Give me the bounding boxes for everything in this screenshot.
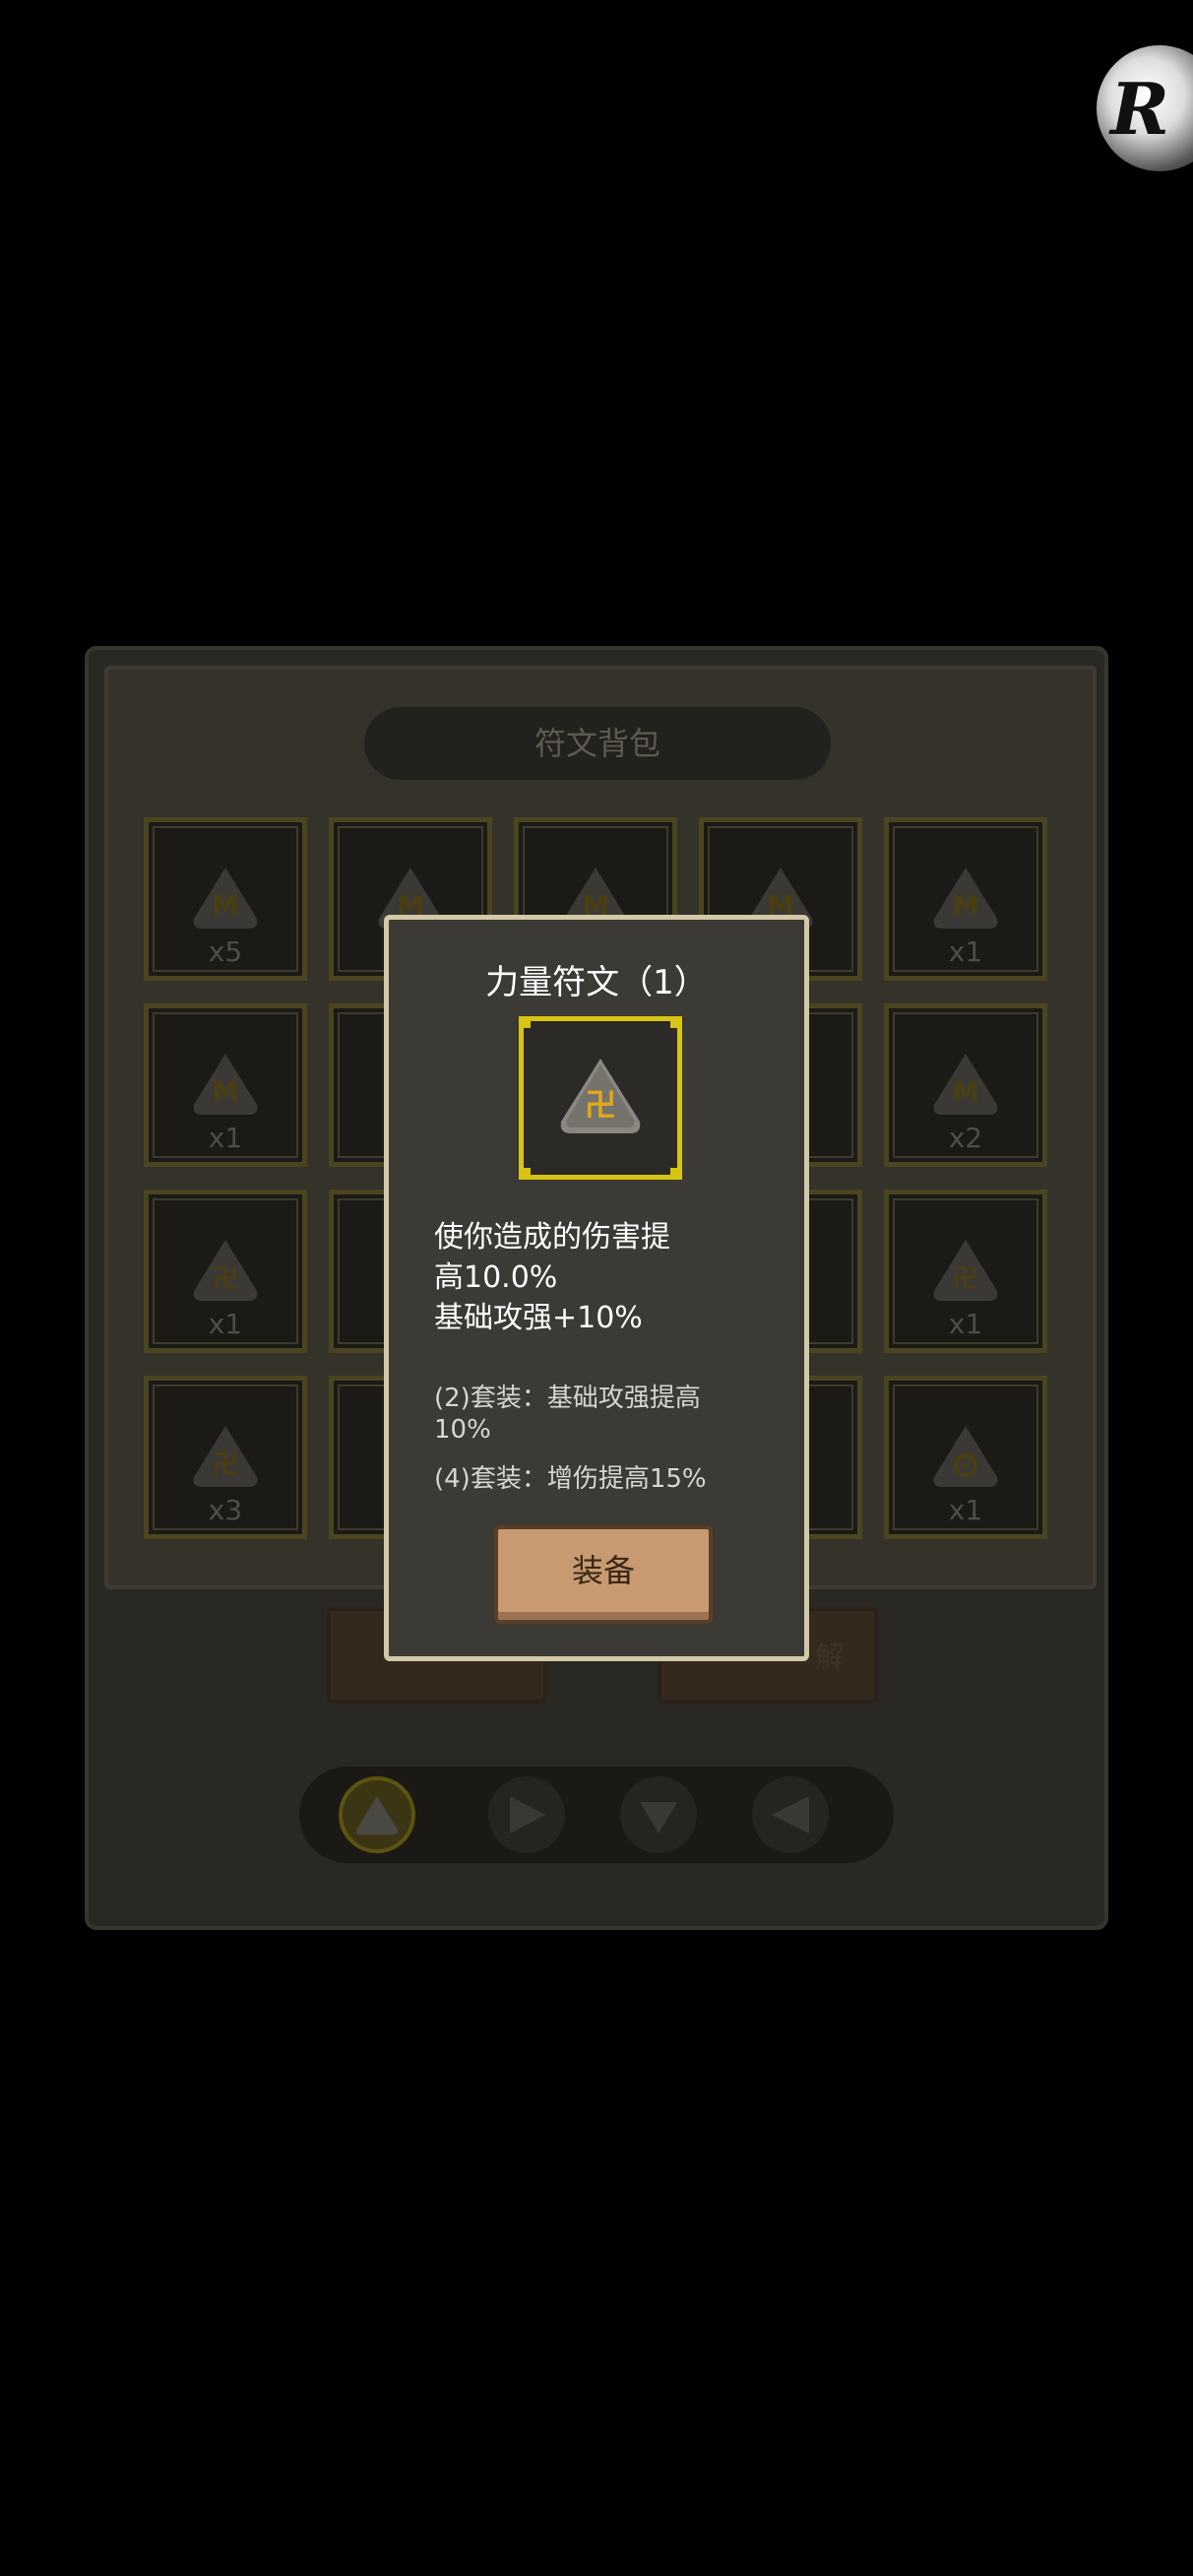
rune-count: x1 [208, 1308, 243, 1340]
popup-rune-frame: 卍 [519, 1016, 682, 1180]
diamond-shape-icon [640, 1802, 677, 1834]
svg-text:卍: 卍 [213, 1450, 238, 1480]
svg-text:M: M [952, 889, 979, 922]
equip-button[interactable]: 装备 [494, 1525, 713, 1624]
rune-stone-icon: 卍 [188, 1236, 263, 1305]
rune-count: x3 [208, 1494, 243, 1526]
tab-triangle[interactable] [339, 1776, 415, 1853]
left-arrow-shape-icon [772, 1796, 809, 1834]
rune-stone-icon: M [928, 864, 1003, 933]
rune-slot[interactable]: M x2 [884, 1003, 1047, 1167]
rune-count: x5 [208, 935, 243, 968]
rune-stone-icon [928, 1422, 1003, 1491]
rune-count: x1 [948, 1494, 983, 1526]
rune-stone-icon: M [188, 1050, 263, 1119]
set-bonus-4: (4)套装：增伤提高15% [434, 1464, 707, 1494]
rune-slot[interactable]: 卍 x1 [144, 1190, 307, 1353]
rune-slot[interactable]: 卍 x3 [144, 1376, 307, 1539]
rune-count: x1 [948, 935, 983, 968]
svg-text:卍: 卍 [585, 1086, 616, 1124]
tab-left-shape[interactable] [752, 1776, 829, 1853]
set-bonus-2-line2: 10% [434, 1415, 491, 1445]
rune-slot[interactable]: M x1 [884, 817, 1047, 981]
bag-title: 符文背包 [364, 707, 831, 780]
strength-rune-icon: 卍 [555, 1055, 646, 1139]
svg-text:M: M [952, 1075, 979, 1108]
tab-diamond[interactable] [620, 1776, 697, 1853]
app-logo-icon[interactable]: R [1097, 45, 1193, 171]
rune-count: x1 [208, 1122, 243, 1154]
rune-stone-icon: 卍 [928, 1236, 1003, 1305]
rune-shape-tabs [299, 1767, 894, 1863]
rune-stone-icon: M [928, 1050, 1003, 1119]
right-arrow-shape-icon [510, 1796, 545, 1834]
popup-title: 力量符文（1） [485, 963, 708, 1002]
rune-slot[interactable]: M x1 [144, 1003, 307, 1167]
rune-detail-popup: 力量符文（1） 卍 使你造成的伤害提 高10.0% 基础攻强+10% (2)套装… [384, 915, 809, 1661]
svg-text:卍: 卍 [213, 1264, 238, 1294]
tab-right-shape[interactable] [488, 1776, 565, 1853]
rune-slot[interactable]: x1 [884, 1376, 1047, 1539]
rune-count: x2 [948, 1122, 983, 1154]
popup-description: 使你造成的伤害提 高10.0% 基础攻强+10% [434, 1217, 769, 1338]
desc-line: 基础攻强+10% [434, 1301, 643, 1335]
triangle-shape-icon [355, 1796, 399, 1835]
rune-slot[interactable]: 卍 x1 [884, 1190, 1047, 1353]
svg-text:M: M [212, 1075, 239, 1108]
bag-action-right-label: 解 [815, 1641, 845, 1675]
set-bonus-2-line1: (2)套装：基础攻强提高 [434, 1384, 701, 1413]
svg-text:卍: 卍 [953, 1264, 978, 1294]
rune-stone-icon: 卍 [188, 1422, 263, 1491]
set-bonus-2: (2)套装：基础攻强提高 10% [434, 1383, 769, 1446]
rune-stone-icon: M [188, 864, 263, 933]
rune-count: x1 [948, 1308, 983, 1340]
rune-slot[interactable]: M x5 [144, 817, 307, 981]
desc-line: 使你造成的伤害提 [434, 1220, 670, 1255]
svg-text:M: M [212, 889, 239, 922]
desc-line: 高10.0% [434, 1260, 558, 1295]
